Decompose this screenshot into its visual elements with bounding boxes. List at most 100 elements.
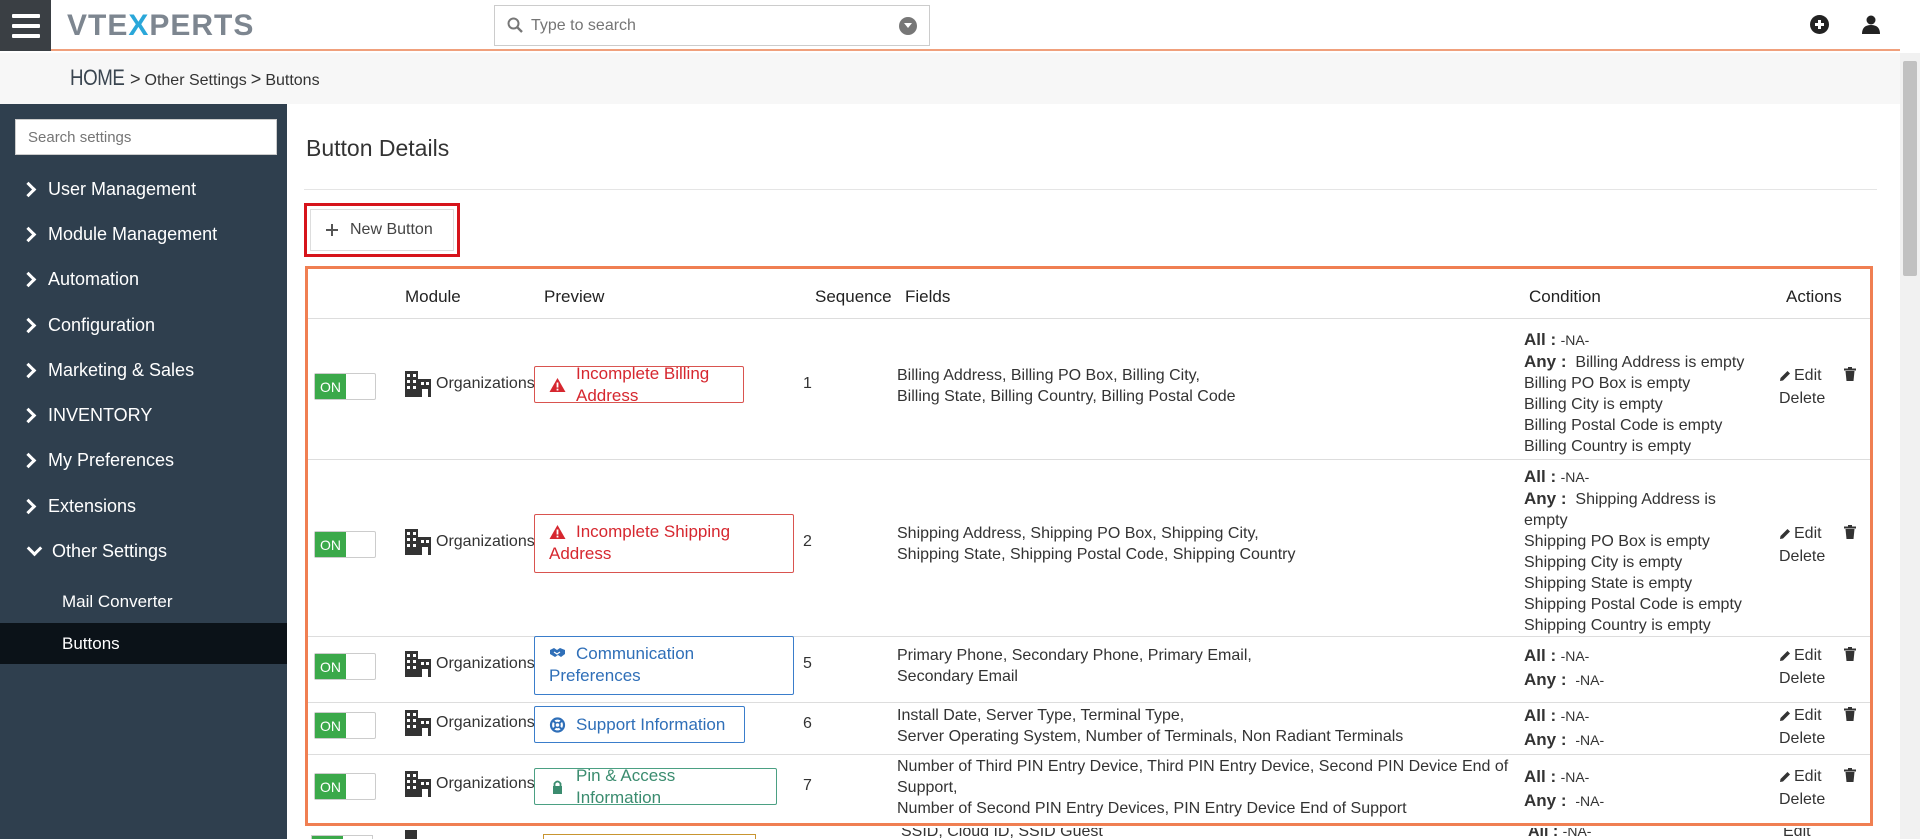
page-scrollbar[interactable]: [1900, 53, 1920, 839]
building-icon: [405, 371, 431, 397]
handshake-icon: [550, 648, 565, 657]
fields-cell: Shipping Address, Shipping PO Box, Shipp…: [897, 525, 1296, 563]
search-input[interactable]: [531, 14, 881, 38]
chevron-right-icon: [22, 499, 36, 513]
sidebar-item-mail-converter[interactable]: Mail Converter: [0, 581, 287, 622]
sidebar-item-my-preferences[interactable]: My Preferences: [0, 440, 287, 480]
edit-link[interactable]: Edit: [1779, 523, 1822, 544]
app-logo[interactable]: VTEXPERTS: [67, 9, 254, 43]
actions-cell: Edit Delete: [1779, 645, 1856, 689]
scrollbar-thumb[interactable]: [1903, 61, 1917, 276]
sidebar-item-marketing-sales[interactable]: Marketing & Sales: [0, 350, 287, 390]
new-button[interactable]: New Button: [310, 209, 454, 251]
pencil-icon: [1780, 528, 1790, 539]
page-title: Button Details: [306, 135, 450, 161]
header-preview: Preview: [544, 287, 605, 306]
sidebar-item-other-settings[interactable]: Other Settings: [0, 531, 287, 571]
chevron-down-icon[interactable]: [899, 17, 917, 35]
status-toggle[interactable]: ON: [314, 773, 376, 800]
condition-cell: All : -NA- Any : Shipping Address is emp…: [1524, 467, 1742, 634]
actions-cell: Edit Delete: [1779, 766, 1856, 810]
sidebar-item-extensions[interactable]: Extensions: [0, 486, 287, 526]
header-actions: Actions: [1786, 287, 1842, 306]
chevron-down-icon: [26, 544, 40, 558]
breadcrumb-buttons: Buttons: [265, 72, 320, 89]
condition-cell: All : -NA- Any : -NA-: [1524, 706, 1605, 749]
sidebar-item-configuration[interactable]: Configuration: [0, 305, 287, 345]
building-icon: [405, 710, 431, 736]
condition-cell: All : -NA- Any : Billing Address is empt…: [1524, 330, 1745, 455]
sequence-cell: 1: [803, 375, 812, 392]
edit-link[interactable]: Edit: [1783, 828, 1811, 839]
status-toggle[interactable]: ON: [314, 531, 376, 558]
delete-link[interactable]: Delete: [1779, 789, 1825, 810]
edit-link[interactable]: Edit: [1779, 365, 1822, 386]
building-icon: [405, 771, 431, 797]
sequence-cell: 2: [803, 533, 812, 550]
sidebar-item-module-management[interactable]: Module Management: [0, 214, 287, 254]
user-icon[interactable]: [1862, 15, 1880, 34]
trash-icon[interactable]: [1844, 367, 1856, 381]
trash-icon[interactable]: [1844, 525, 1856, 539]
delete-link[interactable]: Delete: [1779, 668, 1825, 689]
actions-cell: Edit Delete: [1779, 523, 1856, 567]
module-cell: Organizations: [404, 650, 535, 678]
row-divider: [308, 318, 1870, 319]
preview-button[interactable]: Pin & Access Information: [534, 766, 777, 807]
sequence-cell: 6: [803, 715, 812, 732]
status-toggle[interactable]: ON: [314, 712, 376, 739]
new-button-highlight: New Button: [304, 203, 460, 257]
preview-button[interactable]: Incomplete Shipping Address: [534, 514, 794, 573]
main-content: Button Details New Button Module Preview…: [287, 104, 1900, 839]
delete-link[interactable]: Delete: [1779, 728, 1825, 749]
menu-icon[interactable]: [0, 0, 51, 51]
delete-link[interactable]: Delete: [1779, 388, 1825, 409]
status-toggle[interactable]: ON: [314, 373, 376, 400]
preview-button[interactable]: Support Information: [534, 706, 745, 743]
lock-icon: [553, 780, 562, 794]
sidebar-item-automation[interactable]: Automation: [0, 259, 287, 299]
header-module: Module: [405, 287, 461, 306]
preview-button[interactable]: Communication Preferences: [534, 636, 794, 695]
building-icon: [405, 651, 431, 677]
delete-link[interactable]: Delete: [1779, 546, 1825, 567]
row-divider: [308, 754, 1870, 755]
global-search: [494, 5, 930, 46]
fields-cell: Billing Address, Billing PO Box, Billing…: [897, 367, 1236, 405]
sidebar-item-buttons[interactable]: Buttons: [0, 623, 287, 664]
chevron-right-icon: [22, 318, 36, 332]
search-icon: [507, 17, 523, 33]
trash-icon[interactable]: [1844, 768, 1856, 782]
module-cell: Organizations: [404, 709, 535, 737]
breadcrumb: HOME > Other Settings > Buttons: [0, 53, 1900, 104]
sidebar-item-inventory[interactable]: INVENTORY: [0, 395, 287, 435]
add-icon[interactable]: [1810, 15, 1829, 34]
sidebar-item-user-management[interactable]: User Management: [0, 169, 287, 209]
pencil-icon: [1780, 771, 1790, 782]
sequence-cell: 7: [803, 777, 812, 794]
buttons-table: Module Preview Sequence Fields Condition…: [305, 266, 1873, 826]
trash-icon[interactable]: [1844, 707, 1856, 721]
trash-icon[interactable]: [1844, 647, 1856, 661]
chevron-right-icon: [22, 227, 36, 241]
warning-icon: [549, 525, 566, 539]
fields-cell: Primary Phone, Secondary Phone, Primary …: [897, 647, 1252, 685]
chevron-right-icon: [22, 453, 36, 467]
pencil-icon: [1780, 710, 1790, 721]
breadcrumb-home[interactable]: HOME: [70, 65, 125, 91]
building-icon: [405, 529, 431, 555]
settings-search-input[interactable]: [16, 120, 276, 154]
status-toggle[interactable]: ON: [314, 653, 376, 680]
row-divider: [308, 459, 1870, 460]
edit-link[interactable]: Edit: [1779, 705, 1822, 726]
module-cell: Organizations: [404, 528, 535, 556]
scroll-gutter: [1900, 0, 1920, 53]
pencil-icon: [1780, 650, 1790, 661]
edit-link[interactable]: Edit: [1779, 645, 1822, 666]
breadcrumb-other-settings[interactable]: Other Settings: [145, 72, 247, 90]
header-sequence: Sequence: [815, 287, 892, 306]
preview-button[interactable]: Incomplete Billing Address: [534, 364, 744, 405]
edit-link[interactable]: Edit: [1779, 766, 1822, 787]
actions-cell: Edit Delete: [1779, 365, 1856, 409]
breadcrumb-separator: >: [130, 69, 141, 89]
